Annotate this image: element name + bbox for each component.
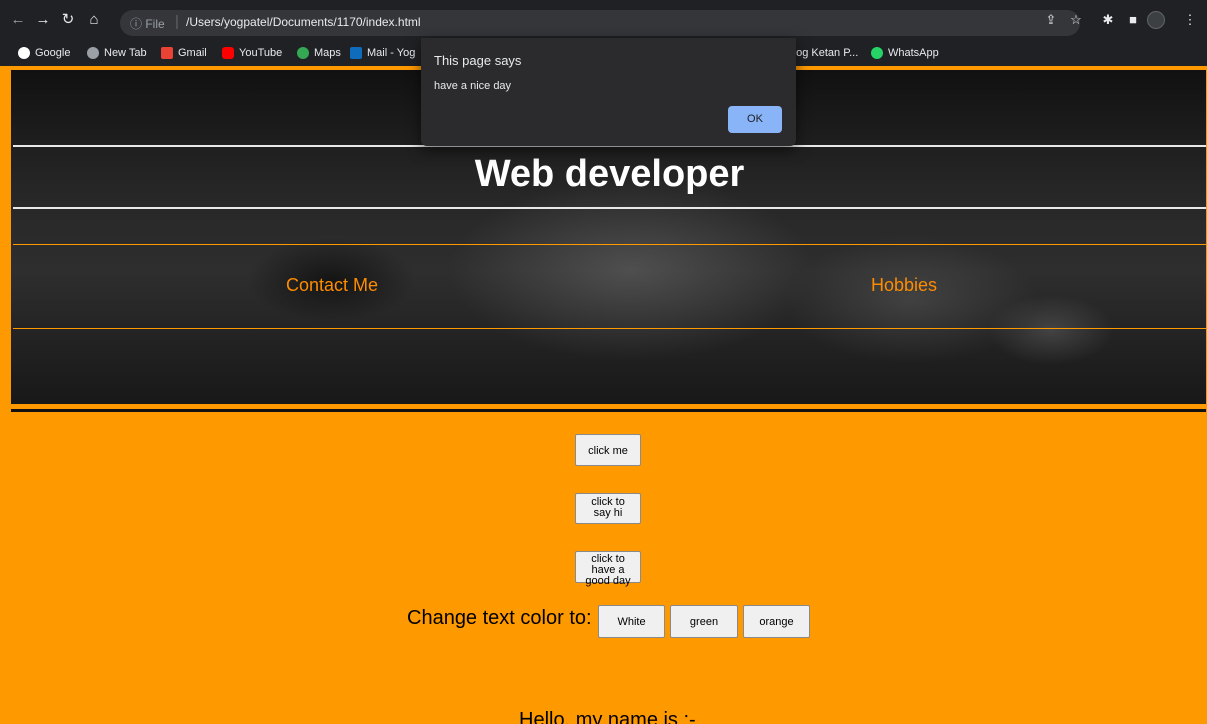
page-content: Web developer Contact Me Hobbies click m… bbox=[0, 66, 1207, 724]
title-band: Web developer bbox=[13, 145, 1206, 209]
nav-link-contact-me[interactable]: Contact Me bbox=[286, 275, 378, 296]
browser-toolbar: ← → ↻ ⌂ ⓘ File | /Users/yogpatel/Documen… bbox=[0, 0, 1207, 40]
bookmark-gmail[interactable]: Gmail bbox=[161, 45, 207, 61]
click-me-button[interactable]: click me bbox=[575, 434, 641, 466]
nav-bar: Contact Me Hobbies bbox=[13, 244, 1206, 329]
share-icon[interactable]: ⇪ bbox=[1041, 10, 1061, 30]
maps-icon bbox=[297, 47, 309, 59]
bookmark-label: Google bbox=[35, 47, 71, 59]
url-scheme-label: File bbox=[145, 17, 165, 31]
bookmark-label: YouTube bbox=[239, 47, 283, 59]
bookmark-google[interactable]: Google bbox=[18, 45, 70, 61]
bookmark-new-tab[interactable]: New Tab bbox=[87, 45, 147, 61]
white-color-button[interactable]: White bbox=[598, 605, 665, 638]
bookmark-star-icon[interactable]: ☆ bbox=[1066, 10, 1086, 30]
good-day-button[interactable]: click to have a good day bbox=[575, 551, 641, 587]
nav-link-hobbies[interactable]: Hobbies bbox=[871, 275, 937, 296]
side-panel-icon[interactable]: ■ bbox=[1123, 10, 1143, 30]
profile-avatar[interactable] bbox=[1147, 11, 1165, 29]
address-bar[interactable]: ⓘ File | /Users/yogpatel/Documents/1170/… bbox=[120, 10, 1080, 36]
youtube-icon bbox=[222, 47, 234, 59]
ok-button[interactable]: OK bbox=[728, 106, 782, 133]
green-color-button[interactable]: green bbox=[670, 605, 738, 638]
dialog-message: have a nice day bbox=[434, 80, 512, 92]
outlook-icon bbox=[350, 47, 362, 59]
dialog-title: This page says bbox=[434, 53, 522, 68]
menu-kebab-icon[interactable]: ⋮ bbox=[1180, 10, 1200, 30]
google-icon bbox=[18, 47, 30, 59]
back-icon[interactable]: ← bbox=[8, 10, 28, 30]
forward-icon[interactable]: → bbox=[33, 10, 53, 30]
bookmark-label: Maps bbox=[314, 47, 341, 59]
bookmark-mail[interactable]: Mail - Yog bbox=[350, 45, 415, 61]
gmail-icon bbox=[161, 47, 173, 59]
whatsapp-icon bbox=[871, 47, 883, 59]
info-icon[interactable]: ⓘ File bbox=[130, 15, 165, 32]
alert-dialog: This page says have a nice day OK bbox=[421, 38, 796, 146]
bookmark-youtube[interactable]: YouTube bbox=[222, 45, 282, 61]
say-hi-button[interactable]: click to say hi bbox=[575, 493, 641, 524]
bookmark-whatsapp[interactable]: WhatsApp bbox=[871, 45, 939, 61]
extensions-icon[interactable]: ✱ bbox=[1098, 10, 1118, 30]
home-icon[interactable]: ⌂ bbox=[84, 10, 104, 30]
bookmark-label: WhatsApp bbox=[888, 47, 939, 59]
url-text[interactable]: /Users/yogpatel/Documents/1170/index.htm… bbox=[186, 15, 421, 29]
reload-icon[interactable]: ↻ bbox=[58, 10, 78, 30]
bookmark-label: Gmail bbox=[178, 47, 207, 59]
change-color-label: Change text color to: bbox=[407, 607, 592, 629]
bookmark-yog-ketan[interactable]: 'og Ketan P... bbox=[794, 45, 858, 61]
globe-icon bbox=[87, 47, 99, 59]
bookmark-label: 'og Ketan P... bbox=[794, 47, 859, 59]
orange-color-button[interactable]: orange bbox=[743, 605, 810, 638]
bookmark-maps[interactable]: Maps bbox=[297, 45, 341, 61]
section-divider bbox=[11, 409, 1206, 412]
bookmark-label: New Tab bbox=[104, 47, 147, 59]
page-title: Web developer bbox=[474, 153, 745, 195]
url-separator: | bbox=[175, 13, 179, 30]
bookmark-label: Mail - Yog bbox=[367, 47, 416, 59]
hello-text: Hello, my name is :- bbox=[519, 709, 696, 724]
